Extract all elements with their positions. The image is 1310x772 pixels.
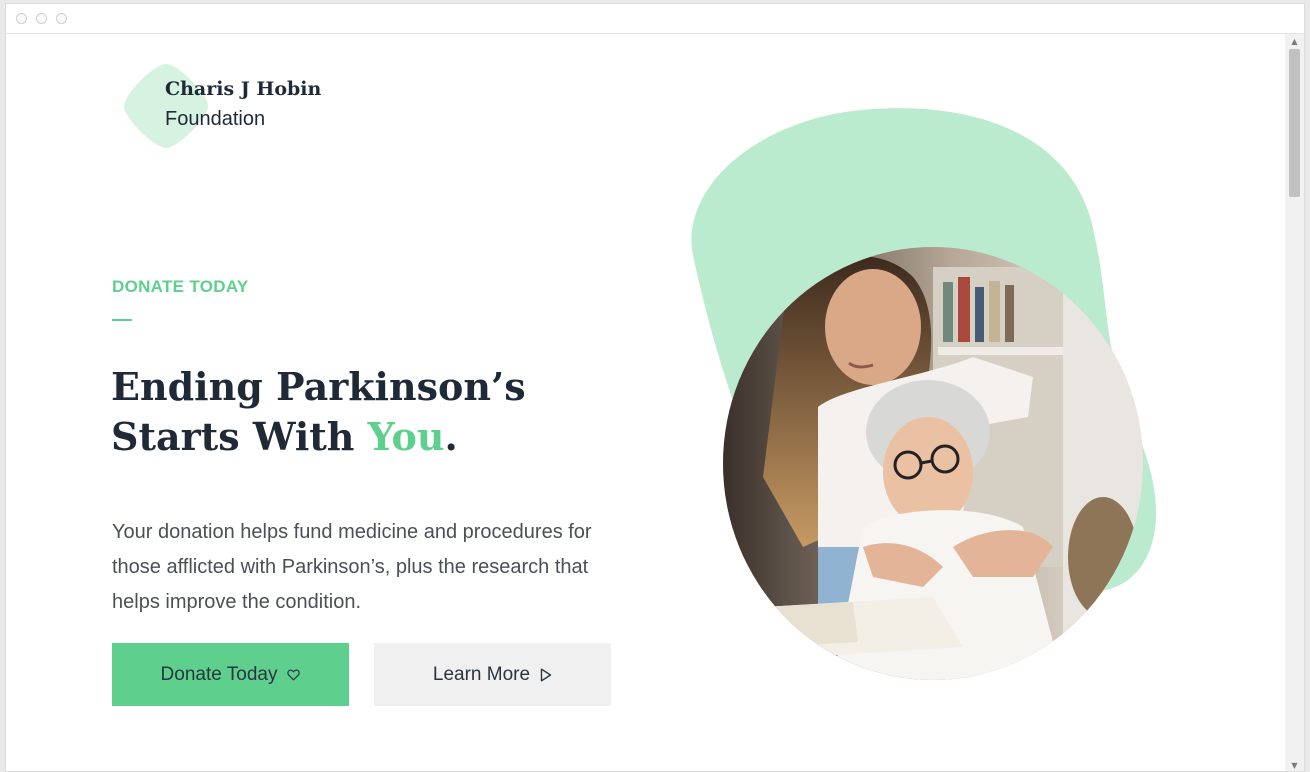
scroll-down-arrow-icon[interactable]: ▼ [1285,758,1304,771]
vertical-scrollbar[interactable]: ▲ ▼ [1285,34,1304,771]
donate-button[interactable]: Donate Today [112,643,349,706]
hero-photo [723,247,1143,680]
logo-name: Charis J Hobin [165,78,322,100]
window-maximize-button[interactable] [56,13,67,24]
headline-text: Ending Parkinson’s Starts With [111,364,526,459]
scrollbar-thumb[interactable] [1289,49,1300,197]
hero-visual [686,100,1186,720]
site-logo[interactable]: Charis J Hobin Foundation [122,60,362,156]
hero-headline: Ending Parkinson’s Starts With You. [111,362,651,462]
headline-period: . [444,414,458,459]
browser-window: Charis J Hobin Foundation DONATE TODAY E… [5,3,1305,772]
learn-more-button[interactable]: Learn More [374,643,611,706]
landing-page: Charis J Hobin Foundation DONATE TODAY E… [6,34,1287,771]
logo-subtitle: Foundation [165,108,266,130]
window-close-button[interactable] [16,13,27,24]
window-minimize-button[interactable] [36,13,47,24]
play-icon [540,668,552,682]
scroll-up-arrow-icon[interactable]: ▲ [1285,34,1304,49]
headline-accent: You [367,414,445,459]
photo-illustration [723,247,1143,680]
section-eyebrow: DONATE TODAY [112,277,249,296]
learn-more-button-label: Learn More [432,663,531,685]
window-titlebar [6,4,1304,34]
logo-blob-shape [124,64,208,148]
heart-icon [287,668,301,681]
eyebrow-divider [112,319,132,321]
hero-description: Your donation helps fund medicine and pr… [112,521,592,613]
donate-button-label: Donate Today [160,663,278,685]
